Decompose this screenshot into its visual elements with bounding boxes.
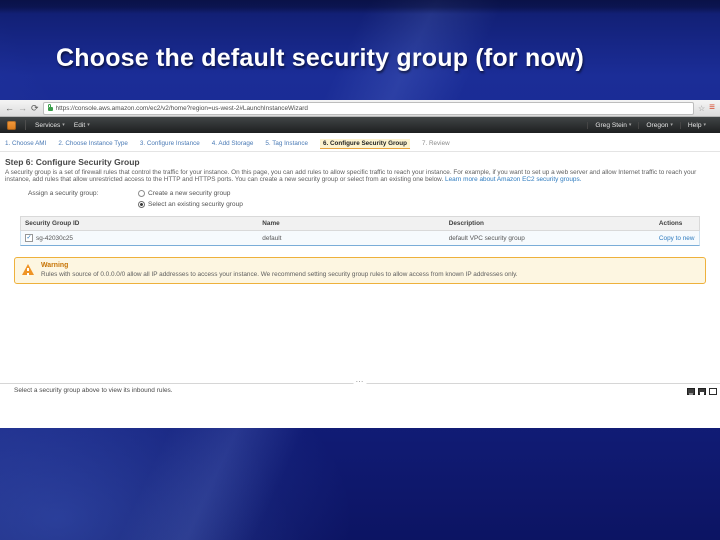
padlock-icon (47, 104, 53, 111)
nav-right-group: Greg Stein ▾ Oregon ▾ Help ▾ (587, 121, 713, 129)
services-menu[interactable]: Services ▾ (35, 122, 65, 129)
resize-handle-icon[interactable]: ⋯ (353, 377, 367, 386)
col-security-group-id: Security Group ID (25, 220, 80, 227)
browser-menu-icon[interactable]: ≡ (709, 103, 715, 113)
cell-id: ✓ sg-42030c25 (25, 234, 73, 242)
radio-create-new-group[interactable]: Create a new security group (138, 190, 243, 197)
col-description: Description (448, 220, 484, 227)
window-buttons (687, 388, 717, 395)
bookmark-star-icon[interactable]: ☆ (698, 104, 705, 113)
cell-actions: Copy to new (655, 231, 699, 245)
table-row[interactable]: ✓ sg-42030c25 default default VPC securi… (20, 231, 700, 246)
window-button-icon[interactable] (687, 388, 695, 395)
forward-icon[interactable]: → (18, 103, 27, 113)
chevron-down-icon: ▾ (670, 122, 673, 128)
back-icon[interactable]: ← (5, 103, 14, 113)
learn-more-link[interactable]: Learn more about Amazon EC2 security gro… (445, 176, 581, 183)
step-tab-5[interactable]: 5. Tag Instance (265, 140, 308, 147)
table-header-row: Security Group ID Name Description Actio… (20, 216, 700, 231)
account-menu[interactable]: Greg Stein ▾ (587, 121, 638, 129)
address-bar[interactable]: https://console.aws.amazon.com/ec2/v2/ho… (42, 101, 694, 115)
checkbox-checked-icon[interactable]: ✓ (25, 234, 33, 242)
security-group-table: Security Group ID Name Description Actio… (20, 216, 700, 246)
window-button-icon[interactable] (709, 388, 717, 395)
warning-title: Warning (41, 262, 69, 269)
radio-group: Create a new security group Select an ex… (138, 190, 243, 208)
cell-name: default (262, 234, 282, 242)
page-title: Step 6: Configure Security Group (5, 157, 140, 167)
warning-banner: Warning Rules with source of 0.0.0.0/0 a… (14, 257, 706, 284)
step-tab-3[interactable]: 3. Configure Instance (140, 140, 200, 147)
inbound-rules-hint: Select a security group above to view it… (14, 387, 173, 394)
window-button-icon[interactable] (698, 388, 706, 395)
assign-security-group-row: Assign a security group: Create a new se… (0, 190, 720, 208)
chevron-down-icon: ▾ (628, 122, 632, 128)
step-tab-4[interactable]: 4. Add Storage (212, 140, 254, 147)
slide-background: Choose the default security group (for n… (0, 0, 720, 540)
help-menu[interactable]: Help ▾ (679, 121, 713, 129)
pane-divider: ⋯ (0, 377, 720, 386)
chevron-down-icon: ▾ (62, 122, 65, 128)
step-tab-1[interactable]: 1. Choose AMI (5, 140, 46, 147)
url-text: https://console.aws.amazon.com/ec2/v2/ho… (55, 104, 308, 112)
chevron-down-icon: ▾ (703, 122, 706, 128)
col-actions: Actions (658, 220, 683, 227)
radio-unselected-icon[interactable] (138, 190, 145, 197)
step-tab-7[interactable]: 7. Review (422, 140, 450, 147)
step-tab-6-active[interactable]: 6. Configure Security Group (319, 139, 410, 148)
region-menu[interactable]: Oregon ▾ (638, 121, 680, 129)
col-name: Name (262, 220, 280, 227)
aws-nav-bar: Services ▾ Edit ▾ Greg Stein ▾ Oregon ▾ … (0, 117, 720, 133)
assign-label: Assign a security group: (28, 190, 99, 197)
aws-logo-icon[interactable] (7, 120, 16, 130)
step-tab-2[interactable]: 2. Choose Instance Type (58, 140, 128, 147)
warning-icon (22, 264, 34, 275)
chevron-down-icon: ▾ (87, 122, 90, 128)
browser-toolbar: ← → ⟳ https://console.aws.amazon.com/ec2… (0, 100, 720, 117)
browser-window: ← → ⟳ https://console.aws.amazon.com/ec2… (0, 100, 720, 428)
radio-selected-icon[interactable] (138, 201, 145, 208)
security-group-description: A security group is a set of firewall ru… (5, 169, 697, 183)
edit-menu[interactable]: Edit ▾ (74, 122, 90, 129)
nav-divider (25, 120, 26, 130)
refresh-icon[interactable]: ⟳ (31, 103, 39, 113)
warning-text: Rules with source of 0.0.0.0/0 allow all… (41, 271, 518, 278)
cell-description: default VPC security group (448, 234, 525, 242)
wizard-steps: 1. Choose AMI 2. Choose Instance Type 3.… (0, 133, 720, 152)
radio-select-existing-group[interactable]: Select an existing security group (138, 201, 243, 208)
copy-to-new-link[interactable]: Copy to new (659, 235, 695, 242)
slide-title: Choose the default security group (for n… (56, 44, 585, 72)
